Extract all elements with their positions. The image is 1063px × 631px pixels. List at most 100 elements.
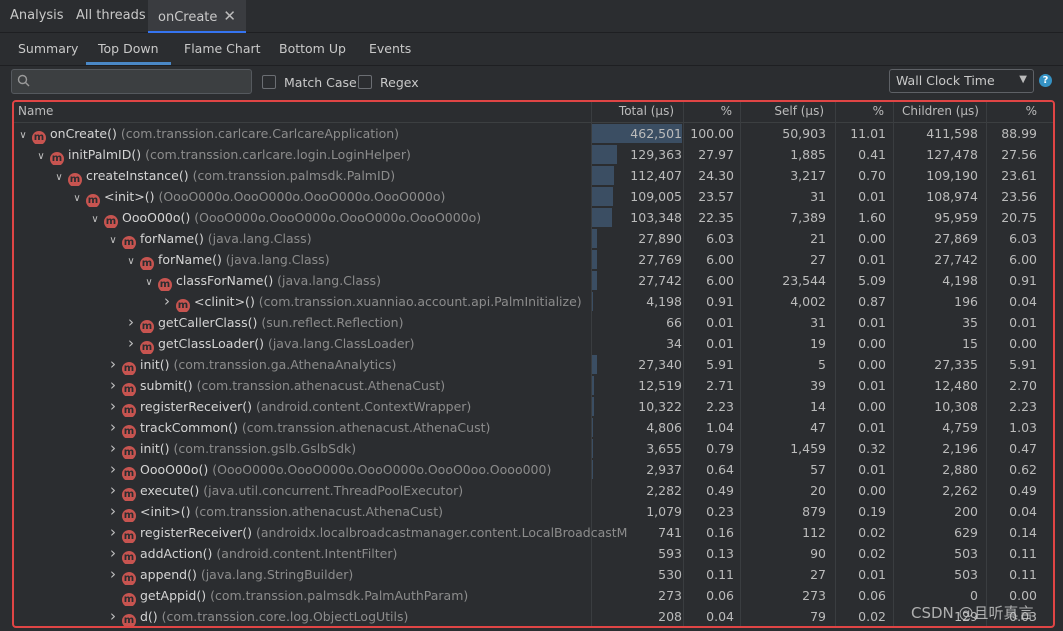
regex-checkbox[interactable] (358, 75, 372, 89)
table-row[interactable]: › m getClassLoader() (java.lang.ClassLoade… (14, 333, 1053, 354)
table-row[interactable]: ∨ m onCreate() (com.transsion.carlcare.Car… (14, 123, 1053, 144)
self-cell: 19 (810, 336, 826, 351)
total-cell: 27,742 (638, 273, 682, 288)
chevron-right-icon[interactable]: › (106, 375, 120, 396)
tab-summary[interactable]: Summary (18, 33, 78, 64)
chevron-down-icon[interactable]: ∨ (16, 125, 30, 144)
tab-bottom-up[interactable]: Bottom Up (279, 33, 346, 64)
table-row[interactable]: ∨ m <init>() (OooO000o.OooO000o.OooO000o.O… (14, 186, 1053, 207)
table-row[interactable]: › m trackCommon() (com.transsion.athenacus… (14, 417, 1053, 438)
total-cell: 27,340 (638, 357, 682, 372)
table-row[interactable]: ∨ m OooO00o() (OooO000o.OooO000o.OooO000o.… (14, 207, 1053, 228)
tab-analysis[interactable]: Analysis (10, 0, 64, 32)
table-row[interactable]: m getAppid() (com.transsion.palmsdk.PalmA… (14, 585, 1053, 606)
children-pct-cell: 27.56 (1001, 147, 1037, 162)
tab-all-threads[interactable]: All threads (76, 0, 146, 32)
table-header: Name Total (μs) % Self (μs) % Children (… (14, 102, 1053, 123)
call-tree-table: Name Total (μs) % Self (μs) % Children (… (12, 100, 1055, 628)
chevron-down-icon[interactable]: ∨ (52, 167, 66, 186)
total-pct-cell: 6.00 (706, 273, 734, 288)
chevron-right-icon[interactable]: › (106, 438, 120, 459)
children-pct-cell: 0.49 (1009, 483, 1037, 498)
chevron-right-icon[interactable]: › (124, 312, 138, 333)
tab-top-down[interactable]: Top Down (86, 33, 170, 65)
self-cell: 273 (802, 588, 826, 603)
total-cell: 109,005 (630, 189, 682, 204)
total-cell: 208 (658, 609, 682, 624)
help-icon[interactable]: ? (1039, 74, 1052, 87)
chevron-right-icon[interactable]: › (106, 564, 120, 585)
table-row[interactable]: › m submit() (com.transsion.athenacust.Ath… (14, 375, 1053, 396)
table-row[interactable]: ∨ m classForName() (java.lang.Class) 27,742… (14, 270, 1053, 291)
table-row[interactable]: ∨ m initPalmID() (com.transsion.carlcare.l… (14, 144, 1053, 165)
method-icon: m (122, 488, 136, 501)
self-pct-cell: 0.00 (858, 231, 886, 246)
chevron-right-icon[interactable]: › (124, 333, 138, 354)
col-total-header[interactable]: Total (μs) (594, 104, 674, 118)
chevron-right-icon[interactable]: › (106, 417, 120, 438)
col-self-header[interactable]: Self (μs) (744, 104, 824, 118)
table-row[interactable]: ∨ m createInstance() (com.transsion.palmsd… (14, 165, 1053, 186)
table-row[interactable]: › m <clinit>() (com.transsion.xuanniao.acc… (14, 291, 1053, 312)
chevron-down-icon[interactable]: ∨ (34, 146, 48, 165)
col-children-pct-header[interactable]: % (989, 104, 1037, 118)
col-children-header[interactable]: Children (μs) (902, 104, 992, 118)
chevron-down-icon[interactable]: ∨ (88, 209, 102, 228)
self-pct-cell: 0.06 (858, 588, 886, 603)
tab-flame-chart[interactable]: Flame Chart (184, 33, 261, 64)
chevron-right-icon[interactable]: › (106, 480, 120, 501)
match-case-option[interactable]: Match Case (262, 74, 357, 90)
method-class: (com.transsion.palmsdk.PalmAuthParam) (206, 588, 469, 603)
table-row[interactable]: › m d() (com.transsion.core.log.ObjectLogU… (14, 606, 1053, 626)
table-row[interactable]: › m init() (com.transsion.ga.AthenaAnalyti… (14, 354, 1053, 375)
col-total-pct-header[interactable]: % (684, 104, 732, 118)
total-pct-cell: 6.00 (706, 252, 734, 267)
method-icon: m (140, 341, 154, 354)
tab-events[interactable]: Events (369, 33, 411, 64)
col-self-pct-header[interactable]: % (836, 104, 884, 118)
children-cell: 27,869 (934, 231, 978, 246)
search-input[interactable] (11, 69, 252, 94)
table-row[interactable]: ∨ m forName() (java.lang.Class) 27,890 6.03 2… (14, 228, 1053, 249)
method-class: (com.transsion.xuanniao.account.api.Palm… (254, 294, 582, 309)
table-row[interactable]: › m append() (java.lang.StringBuilder) 530 0… (14, 564, 1053, 585)
method-name-cell: ∨ m onCreate() (com.transsion.carlcare.Car… (14, 123, 592, 144)
children-cell: 2,262 (942, 483, 978, 498)
chevron-right-icon[interactable]: › (106, 459, 120, 480)
total-cell: 273 (658, 588, 682, 603)
table-row[interactable]: › m addAction() (android.content.IntentFil… (14, 543, 1053, 564)
chevron-down-icon[interactable]: ∨ (124, 251, 138, 270)
search-icon[interactable] (17, 74, 31, 88)
chevron-right-icon[interactable]: › (106, 543, 120, 564)
table-row[interactable]: › m registerReceiver() (android.content.Co… (14, 396, 1053, 417)
table-row[interactable]: ∨ m forName() (java.lang.Class) 27,769 6.00 2… (14, 249, 1053, 270)
chevron-right-icon[interactable]: › (106, 501, 120, 522)
table-row[interactable]: › m init() (com.transsion.gslb.GslbSdk) 3,6… (14, 438, 1053, 459)
table-row[interactable]: › m execute() (java.util.concurrent.Thread… (14, 480, 1053, 501)
clock-type-select[interactable]: Wall Clock Time ▼ (889, 69, 1034, 93)
chevron-right-icon[interactable]: › (106, 522, 120, 543)
chevron-right-icon[interactable]: › (160, 291, 174, 312)
method-icon: m (122, 425, 136, 438)
chevron-down-icon[interactable]: ∨ (142, 272, 156, 291)
total-pct-cell: 23.57 (698, 189, 734, 204)
close-icon[interactable]: ✕ (223, 7, 236, 25)
match-case-checkbox[interactable] (262, 75, 276, 89)
method-class: (java.lang.StringBuilder) (196, 567, 354, 582)
regex-option[interactable]: Regex (358, 74, 419, 90)
children-cell: 629 (954, 525, 978, 540)
table-row[interactable]: › m OooO00o() (OooO000o.OooO000o.OooO000o.… (14, 459, 1053, 480)
table-row[interactable]: › m <init>() (com.transsion.athenacust.Ath… (14, 501, 1053, 522)
chevron-right-icon[interactable]: › (106, 354, 120, 375)
chevron-down-icon[interactable]: ∨ (70, 188, 84, 207)
col-name-header[interactable]: Name (18, 104, 53, 118)
chevron-right-icon[interactable]: › (106, 396, 120, 417)
tab-oncreate[interactable]: onCreate ✕ (148, 0, 246, 33)
chevron-down-icon[interactable]: ∨ (106, 230, 120, 249)
children-pct-cell: 1.03 (1009, 420, 1037, 435)
method-name-cell: ∨ m forName() (java.lang.Class) (14, 228, 682, 249)
table-row[interactable]: › m getCallerClass() (sun.reflect.Reflecti… (14, 312, 1053, 333)
table-row[interactable]: › m registerReceiver() (androidx.localbroa… (14, 522, 1053, 543)
method-class: (com.transsion.ga.AthenaAnalytics) (169, 357, 397, 372)
chevron-right-icon[interactable]: › (106, 606, 120, 626)
